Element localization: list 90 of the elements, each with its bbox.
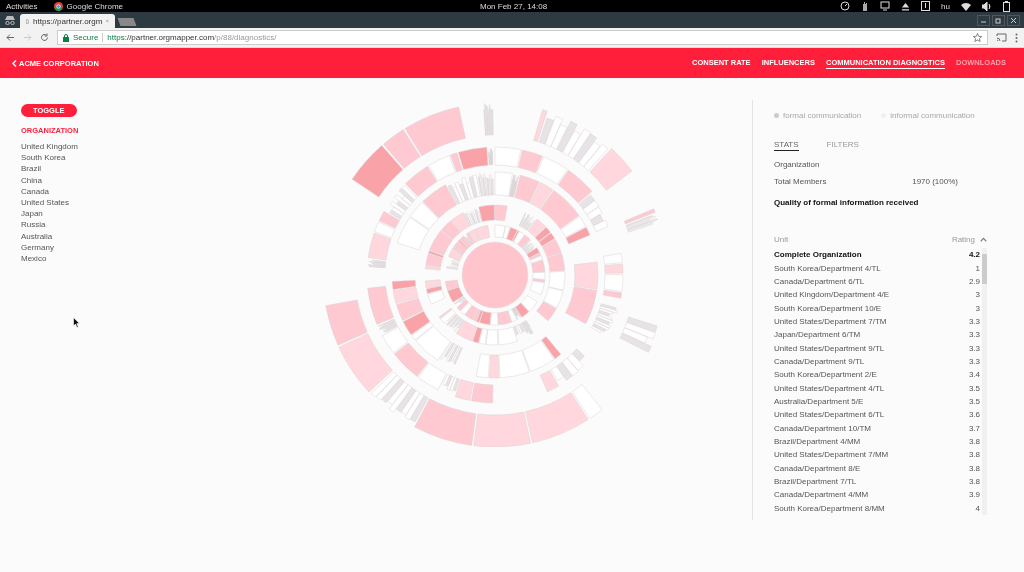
- table-cell: 3.5: [968, 383, 980, 393]
- gauge-icon[interactable]: [840, 1, 851, 11]
- table-cell: 3.5: [968, 396, 980, 406]
- table-cell: 3.7: [968, 423, 980, 433]
- clock[interactable]: Mon Feb 27, 14:08: [480, 1, 548, 11]
- menu-icon[interactable]: [1015, 32, 1018, 43]
- table-cell: 3: [975, 290, 980, 300]
- keyboard-layout[interactable]: hu: [941, 1, 950, 11]
- table-cell: South Korea/Department 10/E: [774, 303, 882, 313]
- workspace-icon[interactable]: [921, 1, 931, 11]
- stat-value: 1970 (100%): [912, 177, 958, 186]
- country-item[interactable]: Canada: [21, 185, 200, 197]
- close-icon: [1010, 16, 1017, 24]
- table-cell: 4: [975, 503, 980, 513]
- table-cell: South Korea/Department 2/E: [774, 370, 877, 380]
- hand-icon[interactable]: [861, 1, 870, 11]
- wifi-icon[interactable]: [961, 1, 971, 11]
- country-item[interactable]: Brazil: [21, 163, 200, 175]
- table-cell: Canada/Department 4/MM: [774, 490, 869, 500]
- country-item[interactable]: Russia: [21, 219, 200, 231]
- country-item[interactable]: United Kingdom: [21, 141, 200, 153]
- reload-icon[interactable]: [40, 33, 49, 42]
- table-cell: 3.3: [968, 316, 980, 326]
- table-cell: 3.6: [968, 410, 980, 420]
- stat-label: Total Members: [774, 177, 827, 186]
- scrollbar[interactable]: [982, 248, 987, 515]
- table-cell: United Kingdom/Department 4/E: [774, 290, 890, 300]
- table-cell: 3.3: [968, 356, 980, 366]
- table-cell: Japan/Department 6/TM: [774, 330, 861, 340]
- incognito-icon: [4, 15, 16, 25]
- table-cell: 3.9: [968, 490, 980, 500]
- table-cell: Brazil/Department 7/TL: [774, 477, 857, 486]
- table-cell: South Korea/Department 4/TL: [774, 263, 881, 273]
- volume-icon[interactable]: [982, 1, 992, 11]
- browser-tab[interactable]: https://partner.orgm: [20, 14, 115, 28]
- table-cell: Complete Organization: [774, 250, 862, 260]
- country-item[interactable]: South Korea: [21, 152, 200, 164]
- table-cell: United States/Department 6/TL: [774, 410, 885, 420]
- chevron-left-icon: [12, 59, 17, 67]
- table-cell: 3.8: [968, 463, 980, 473]
- restore-button[interactable]: [992, 14, 1005, 26]
- new-tab-button[interactable]: [117, 18, 137, 26]
- page-icon: [26, 16, 30, 26]
- divider: [102, 33, 104, 42]
- close-button[interactable]: [1007, 14, 1020, 26]
- table-cell: 4.2: [968, 250, 980, 260]
- table-cell: Canada/Department 8/E: [774, 463, 861, 473]
- monitor-icon[interactable]: [880, 1, 891, 11]
- restore-icon: [995, 16, 1002, 24]
- panel-tab[interactable]: STATS: [774, 140, 799, 151]
- question-title: Quality of formal information received: [774, 198, 920, 207]
- table-cell: Australia/Department 5/E: [774, 396, 864, 406]
- table-cell: 3.3: [968, 343, 980, 353]
- table-cell: 3: [975, 303, 980, 313]
- cast-icon[interactable]: [996, 33, 1007, 42]
- star-icon[interactable]: [973, 33, 982, 42]
- eject-icon[interactable]: [901, 1, 911, 11]
- activities-button[interactable]: Activities: [6, 1, 38, 11]
- battery-icon[interactable]: [1003, 0, 1010, 12]
- table-cell: Canada/Department 6/TL: [774, 276, 865, 286]
- table-cell: Canada/Department 10/TM: [774, 423, 871, 433]
- table-cell: 3.4: [968, 370, 980, 380]
- country-item[interactable]: Australia: [21, 230, 200, 242]
- table-cell: 3.8: [968, 437, 980, 446]
- chrome-icon: [53, 1, 63, 11]
- table-cell: South Korea/Department 8/MM: [774, 503, 885, 513]
- table-cell: 2.9: [968, 276, 980, 286]
- country-item[interactable]: United States: [21, 197, 200, 209]
- table-cell: United States/Department 4/TL: [774, 383, 885, 393]
- country-item[interactable]: Mexico: [21, 253, 200, 265]
- lock-icon: [63, 33, 69, 42]
- tab-title: https://partner.orgm: [33, 16, 103, 26]
- country-item[interactable]: Japan: [21, 208, 200, 220]
- table-cell: United States/Department 7/MM: [774, 450, 889, 460]
- table-cell: Brazil/Department 4/MM: [774, 437, 861, 446]
- chevron-up-icon[interactable]: [980, 237, 987, 242]
- back-icon[interactable]: [6, 33, 15, 42]
- table-cell: Canada/Department 9/TL: [774, 356, 865, 366]
- country-item[interactable]: China: [21, 174, 200, 186]
- address-bar[interactable]: Secure https://partner.orgmapper.com/p/88/diagnostics/: [57, 30, 988, 45]
- mouse-cursor-icon: [73, 317, 80, 328]
- stat-label: Organization: [774, 160, 821, 169]
- table-cell: 3.8: [968, 450, 980, 460]
- app-name: Google Chrome: [66, 1, 124, 11]
- table-cell: United States/Department 7/TM: [774, 316, 887, 326]
- table-cell: 3.8: [968, 477, 980, 486]
- table-cell: 3.3: [968, 330, 980, 340]
- table-cell: United States/Department 9/TL: [774, 343, 885, 353]
- country-item[interactable]: Germany: [21, 241, 200, 254]
- table-cell: 1: [975, 263, 980, 273]
